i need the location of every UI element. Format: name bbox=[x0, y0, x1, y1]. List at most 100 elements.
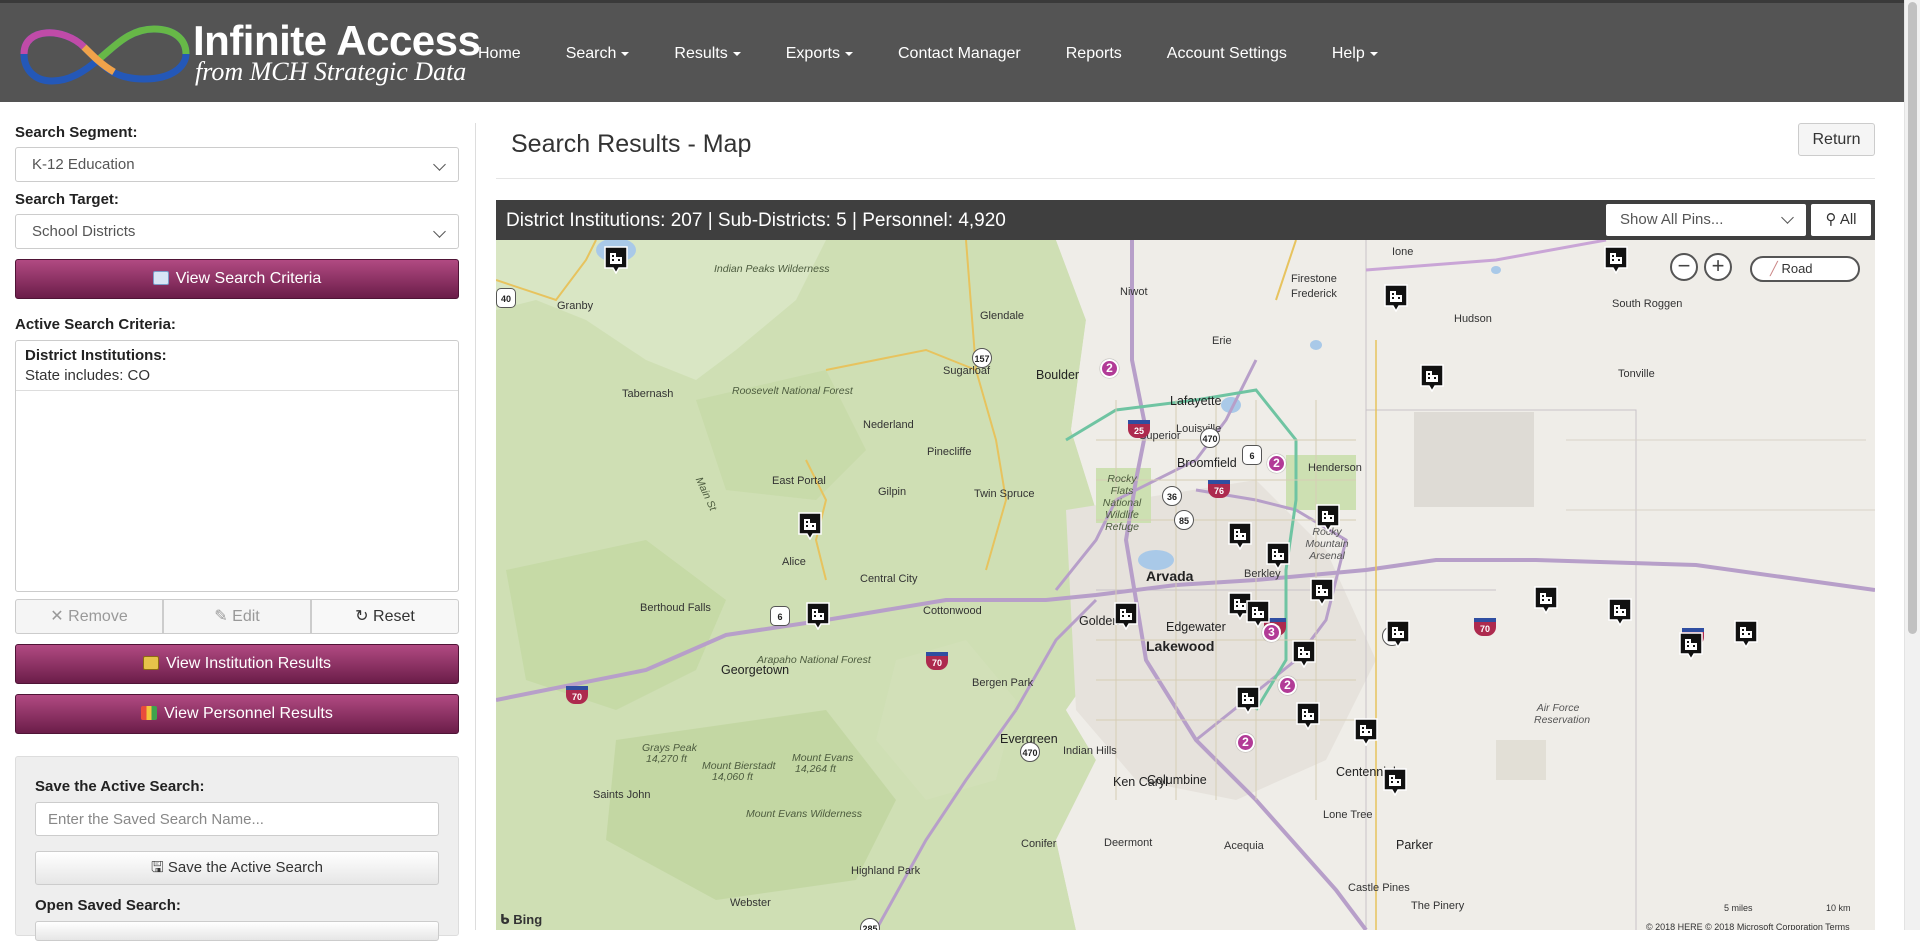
pin-cluster[interactable]: 2 bbox=[1236, 733, 1255, 752]
school-district-pin-icon[interactable] bbox=[806, 602, 830, 630]
map-place-label: Lone Tree bbox=[1323, 809, 1373, 821]
school-district-pin-icon[interactable] bbox=[1734, 620, 1758, 648]
nav-search[interactable]: Search bbox=[566, 45, 630, 63]
caret-down-icon bbox=[1369, 51, 1378, 56]
results-stats: District Institutions: 207 | Sub-Distric… bbox=[506, 210, 1006, 231]
return-button[interactable]: Return bbox=[1798, 123, 1875, 156]
nav-results[interactable]: Results bbox=[674, 45, 741, 63]
segment-select[interactable]: K-12 Education bbox=[15, 147, 459, 182]
infinity-logo-icon bbox=[20, 25, 190, 85]
nav-label: Help bbox=[1331, 45, 1365, 62]
school-district-pin-icon[interactable] bbox=[1354, 718, 1378, 746]
zoom-out-button[interactable]: − bbox=[1670, 253, 1698, 281]
school-district-pin-icon[interactable] bbox=[1114, 602, 1138, 630]
map-feature-label: Arapaho National Forest bbox=[757, 654, 871, 666]
reset-button[interactable]: ↻ Reset bbox=[311, 599, 459, 634]
school-district-pin-icon[interactable] bbox=[1386, 620, 1410, 648]
map-place-label: Henderson bbox=[1308, 462, 1362, 474]
map-place-label: Nederland bbox=[863, 419, 914, 431]
logo[interactable]: Infinite Access from MCH Strategic Data bbox=[14, 17, 481, 91]
school-district-pin-icon[interactable] bbox=[1383, 768, 1407, 796]
bing-label: Bing bbox=[513, 912, 543, 927]
view-personnel-results-button[interactable]: View Personnel Results bbox=[15, 694, 459, 734]
logo-subtitle: from MCH Strategic Data bbox=[195, 57, 467, 86]
zoom-in-button[interactable]: + bbox=[1704, 253, 1732, 281]
show-all-button[interactable]: ⚲ All bbox=[1811, 204, 1871, 236]
chevron-down-icon bbox=[433, 158, 446, 171]
map-feature-label: 14,270 ft bbox=[646, 753, 687, 765]
save-active-search-button[interactable]: 🖫 Save the Active Search bbox=[35, 851, 439, 885]
scale-miles: 5 miles bbox=[1724, 903, 1753, 913]
school-district-pin-icon[interactable] bbox=[798, 512, 822, 540]
school-district-pin-icon[interactable] bbox=[1292, 640, 1316, 668]
caret-down-icon bbox=[621, 51, 630, 56]
nav-home[interactable]: Home bbox=[478, 45, 521, 63]
highway-shield-icon: 85 bbox=[1174, 510, 1194, 530]
school-district-pin-icon[interactable] bbox=[1266, 542, 1290, 570]
floppy-icon: 🖫 bbox=[150, 859, 168, 876]
remove-button[interactable]: ✕ Remove bbox=[15, 599, 163, 634]
map-place-label: Ione bbox=[1392, 246, 1414, 258]
nav-help[interactable]: Help bbox=[1332, 45, 1378, 63]
school-district-pin-icon[interactable] bbox=[1236, 686, 1260, 714]
edit-label: Edit bbox=[232, 608, 260, 625]
nav-exports[interactable]: Exports bbox=[786, 45, 853, 63]
map-type-button[interactable]: ╱ Road bbox=[1750, 256, 1860, 282]
active-criteria-list: District Institutions: State includes: CO bbox=[15, 340, 459, 592]
school-district-pin-icon[interactable] bbox=[1420, 364, 1444, 392]
school-district-pin-icon[interactable] bbox=[604, 246, 628, 274]
highway-shield-icon: 76 bbox=[1208, 480, 1230, 498]
nav-contact-manager[interactable]: Contact Manager bbox=[898, 45, 1021, 63]
highway-shield-icon: 40 bbox=[496, 288, 516, 308]
highway-shield-icon: 6 bbox=[1242, 445, 1262, 465]
highway-shield-icon: 470 bbox=[1200, 428, 1220, 448]
nav-account-settings[interactable]: Account Settings bbox=[1167, 45, 1287, 63]
open-saved-search-button[interactable] bbox=[35, 921, 439, 941]
school-district-pin-icon[interactable] bbox=[1384, 284, 1408, 312]
reset-label: Reset bbox=[373, 608, 415, 625]
school-district-pin-icon[interactable] bbox=[1316, 504, 1340, 532]
pin-cluster[interactable]: 2 bbox=[1100, 359, 1119, 378]
view-search-criteria-button[interactable]: View Search Criteria bbox=[15, 259, 459, 299]
school-district-pin-icon[interactable] bbox=[1534, 586, 1558, 614]
view-institution-results-button[interactable]: View Institution Results bbox=[15, 644, 459, 684]
pin-cluster[interactable]: 2 bbox=[1267, 454, 1286, 473]
pins-filter-select[interactable]: Show All Pins... bbox=[1606, 204, 1806, 236]
map-place-label: Conifer bbox=[1021, 838, 1057, 850]
school-district-pin-icon[interactable] bbox=[1296, 702, 1320, 730]
school-district-pin-icon[interactable] bbox=[1310, 578, 1334, 606]
school-district-pin-icon[interactable] bbox=[1679, 632, 1703, 660]
pin-cluster[interactable]: 3 bbox=[1262, 623, 1281, 642]
school-district-pin-icon[interactable] bbox=[1228, 522, 1252, 550]
nav-label: Contact Manager bbox=[898, 45, 1021, 62]
plus-icon: + bbox=[1711, 253, 1725, 278]
criteria-item[interactable]: District Institutions: State includes: CO bbox=[16, 341, 458, 391]
scrollbar-thumb[interactable] bbox=[1908, 2, 1917, 634]
school-district-pin-icon[interactable] bbox=[1604, 246, 1628, 274]
map-place-label: Frederick bbox=[1291, 288, 1337, 300]
map-place-label: Webster bbox=[730, 897, 771, 909]
highway-shield-icon: 70 bbox=[1474, 618, 1496, 636]
sidebar-divider bbox=[475, 123, 476, 930]
title-divider bbox=[496, 178, 1875, 179]
nav-reports[interactable]: Reports bbox=[1066, 45, 1122, 63]
map-place-label: Lafayette bbox=[1170, 394, 1222, 408]
map-place-label: Edgewater bbox=[1166, 620, 1226, 634]
map-place-label: Acequia bbox=[1224, 840, 1264, 852]
main-nav: Home Search Results Exports Contact Manager R… bbox=[478, 3, 1423, 105]
edit-button[interactable]: ✎ Edit bbox=[163, 599, 311, 634]
caret-down-icon bbox=[845, 51, 853, 56]
view-personnel-results-label: View Personnel Results bbox=[164, 705, 333, 722]
saved-search-name-input[interactable]: Enter the Saved Search Name... bbox=[35, 802, 439, 836]
map-place-label: Columbine bbox=[1147, 773, 1207, 787]
pin-cluster[interactable]: 2 bbox=[1278, 676, 1297, 695]
results-map[interactable]: Arvada Lakewood Boulder Lafayette Broomfield… bbox=[496, 240, 1875, 930]
map-feature-label: 14,264 ft bbox=[795, 763, 836, 775]
target-select[interactable]: School Districts bbox=[15, 214, 459, 249]
school-district-pin-icon[interactable] bbox=[1608, 598, 1632, 626]
map-place-label: Granby bbox=[557, 300, 594, 312]
pins-filter-value: Show All Pins... bbox=[1620, 211, 1724, 228]
page-scrollbar[interactable] bbox=[1904, 0, 1920, 930]
map-place-label: Indian Hills bbox=[1063, 745, 1117, 757]
page-title: Search Results - Map bbox=[511, 130, 752, 158]
